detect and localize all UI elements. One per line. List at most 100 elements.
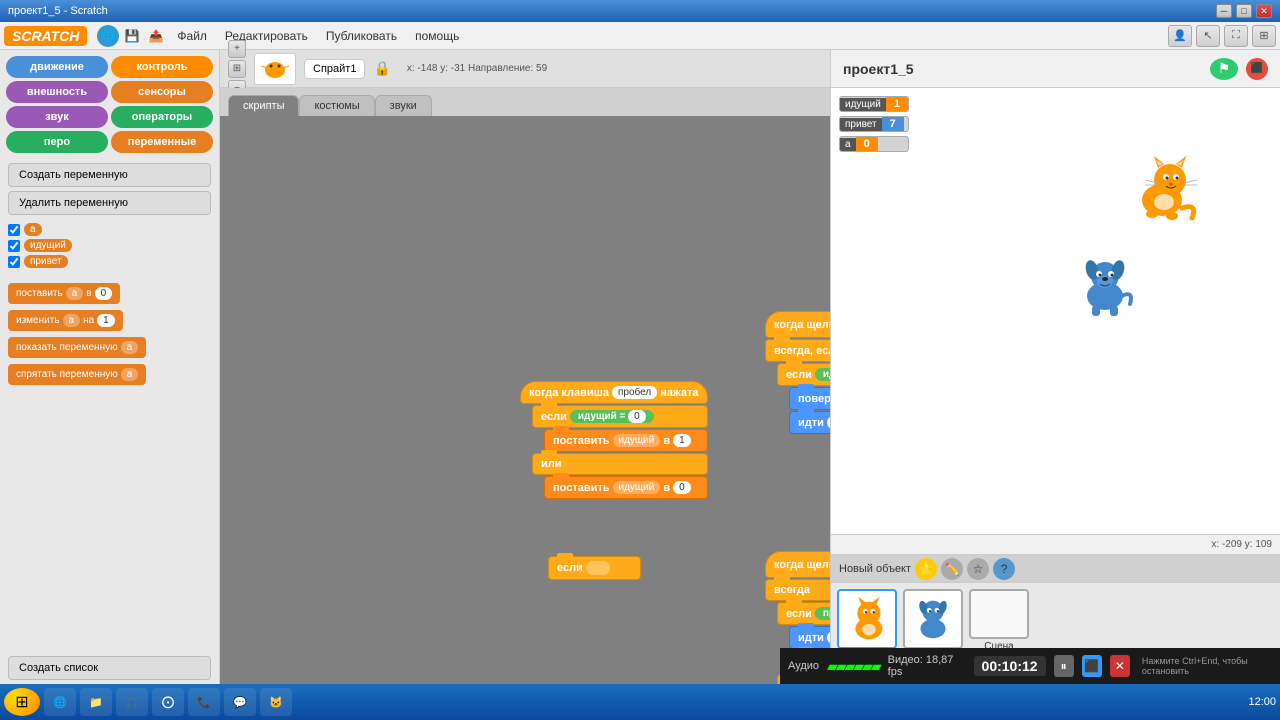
settings-icon[interactable]: ⊞	[1252, 25, 1276, 47]
block-move-10[interactable]: идти 10 шагов	[789, 411, 830, 434]
start-button[interactable]: ⊞	[4, 688, 40, 716]
new-sprite-edit-icon[interactable]: ✏️	[941, 558, 963, 580]
recording-audio-label: Аудио	[788, 660, 819, 672]
project-title: проект1_5	[843, 61, 914, 77]
new-sprite-star-icon[interactable]: ☆	[967, 558, 989, 580]
taskbar-explorer[interactable]: 📁	[80, 688, 112, 716]
variables-section: a идущий привет	[0, 219, 219, 275]
taskbar-skype[interactable]: 💬	[224, 688, 256, 716]
variable-checkbox-a[interactable]	[8, 224, 20, 236]
zoom-in-button[interactable]: +	[228, 40, 246, 58]
create-variable-button[interactable]: Создать переменную	[8, 163, 211, 187]
motion-blocks: повернуться к указатель мыши идти 10 шаг…	[789, 387, 830, 434]
block-show-variable[interactable]: показать переменную а	[8, 337, 146, 358]
sprite-header: + ⊞ − Спрайт1 🔒 x: -148 y: -31 Направлен…	[220, 50, 830, 88]
minimize-button[interactable]: ─	[1216, 4, 1232, 18]
block-when-flag-clicked-1[interactable]: когда щелкнут по ⚑	[765, 311, 830, 338]
fit-button[interactable]: ⊞	[228, 60, 246, 78]
taskbar-chrome[interactable]: ⊙	[152, 688, 184, 716]
sprite-coordinates: x: -148 y: -31 Направление: 59	[407, 63, 547, 74]
block-show-var-badge: а	[121, 341, 139, 354]
menubar-right: 👤 ↖ ⛶ ⊞	[1168, 25, 1276, 47]
tab-costumes[interactable]: костюмы	[299, 95, 374, 116]
share-icon[interactable]: 📤	[145, 25, 167, 47]
category-variable[interactable]: переменные	[111, 131, 213, 153]
green-flag-button[interactable]: ⚑	[1210, 58, 1238, 80]
category-sound[interactable]: звук	[6, 106, 108, 128]
block-hide-var-badge: а	[121, 368, 139, 381]
file-menu[interactable]: Файл	[169, 26, 215, 46]
taskbar-scratch[interactable]: 🐱	[260, 688, 292, 716]
category-operator[interactable]: операторы	[111, 106, 213, 128]
scene-box[interactable]	[969, 589, 1029, 639]
category-control[interactable]: контроль	[111, 56, 213, 78]
maximize-button[interactable]: □	[1236, 4, 1252, 18]
var-display-privet: привет 7	[839, 116, 909, 132]
fullscreen-icon[interactable]: ⛶	[1224, 25, 1248, 47]
category-sensor[interactable]: сенсоры	[111, 81, 213, 103]
block-lone-if[interactable]: если	[548, 556, 641, 580]
language-globe-icon[interactable]: 🌐	[97, 25, 119, 47]
block-forever-2[interactable]: всегда	[765, 579, 830, 601]
recording-video-label: Видео: 18,87 fps	[888, 654, 958, 678]
tabs-bar: скрипты костюмы звуки	[220, 88, 830, 116]
category-pen[interactable]: перо	[6, 131, 108, 153]
recording-close-button[interactable]: ✕	[1110, 655, 1130, 677]
recording-stop-button[interactable]: ⬛	[1082, 655, 1102, 677]
sprite-name[interactable]: Спрайт1	[304, 59, 365, 79]
variable-checkbox-privet[interactable]	[8, 256, 20, 268]
if-condition: идущий = 0	[570, 410, 654, 423]
block-set-idushiy-0[interactable]: поставить идущий в 0	[544, 476, 708, 499]
sprite-dog	[1070, 248, 1140, 321]
publish-menu[interactable]: Публиковать	[318, 26, 405, 46]
block-if[interactable]: если идущий = 0	[532, 405, 708, 428]
block-point-towards[interactable]: повернуться к указатель мыши	[789, 387, 830, 410]
taskbar-phone[interactable]: 📞	[188, 688, 220, 716]
delete-variable-button[interactable]: Удалить переменную	[8, 191, 211, 215]
recording-pause-button[interactable]: ⏸	[1054, 655, 1074, 677]
if-val-0: 0	[628, 410, 646, 423]
category-motion[interactable]: движение	[6, 56, 108, 78]
save-icon[interactable]: 💾	[121, 25, 143, 47]
new-sprite-question-icon[interactable]: ?	[993, 558, 1015, 580]
scripts-area[interactable]: когда клавиша пробел нажата если идущий …	[220, 116, 830, 684]
stop-button[interactable]: ⬛	[1246, 58, 1268, 80]
block-else-body: поставить идущий в 0	[544, 476, 708, 499]
block-if-2[interactable]: если идущий = 0	[777, 363, 830, 386]
block-set-variable[interactable]: поставить а в 0	[8, 283, 120, 304]
create-list-button[interactable]: Создать список	[8, 656, 211, 680]
sprite-box-2[interactable]	[903, 589, 963, 649]
category-looks[interactable]: внешность	[6, 81, 108, 103]
tab-scripts[interactable]: скрипты	[228, 95, 299, 116]
block-stack-key-event: когда клавиша пробел нажата если идущий …	[520, 381, 708, 499]
block-if-privet[interactable]: если привет = 7	[777, 602, 830, 625]
tab-sounds[interactable]: звуки	[375, 95, 432, 116]
taskbar-ie[interactable]: 🌐	[44, 688, 76, 716]
menubar: SCRATCH 🌐 💾 📤 Файл Редактировать Публико…	[0, 22, 1280, 50]
recording-hint: Нажмите Ctrl+End, чтобы остановить	[1142, 656, 1272, 676]
variable-item-a: a	[8, 223, 211, 236]
block-move-10-b[interactable]: идти 10 шагов	[789, 626, 830, 649]
new-sprite-paint-icon[interactable]: ⭐	[915, 558, 937, 580]
key-space-value: пробел	[612, 386, 657, 399]
new-object-label: Новый объект	[839, 563, 911, 575]
var-val-a: 0	[856, 137, 878, 151]
block-change-variable[interactable]: изменить а на 1	[8, 310, 123, 331]
block-stack-lone-if: если	[548, 556, 641, 580]
block-or[interactable]: или	[532, 453, 708, 475]
main-content: движение контроль внешность сенсоры звук…	[0, 50, 1280, 684]
profile-icon[interactable]: 👤	[1168, 25, 1192, 47]
taskbar-media[interactable]: 🎵	[116, 688, 148, 716]
block-forever-if[interactable]: всегда, если мышка нажата?	[765, 339, 830, 362]
block-when-flag-clicked-2[interactable]: когда щелкнут по ⚑	[765, 551, 830, 578]
var-name-idushiy: идущий	[840, 98, 886, 111]
sprite-box-1[interactable]	[837, 589, 897, 649]
variable-checkbox-idushiy[interactable]	[8, 240, 20, 252]
block-hide-variable[interactable]: спрятать переменную а	[8, 364, 146, 385]
block-when-key-pressed[interactable]: когда клавиша пробел нажата	[520, 381, 708, 404]
cursor-icon[interactable]: ↖	[1196, 25, 1220, 47]
center-panel: + ⊞ − Спрайт1 🔒 x: -148 y: -31 Направлен…	[220, 50, 830, 684]
close-button[interactable]: ✕	[1256, 4, 1272, 18]
help-menu[interactable]: помощь	[407, 26, 467, 46]
block-set-idushiy-1[interactable]: поставить идущий в 1	[544, 429, 708, 452]
